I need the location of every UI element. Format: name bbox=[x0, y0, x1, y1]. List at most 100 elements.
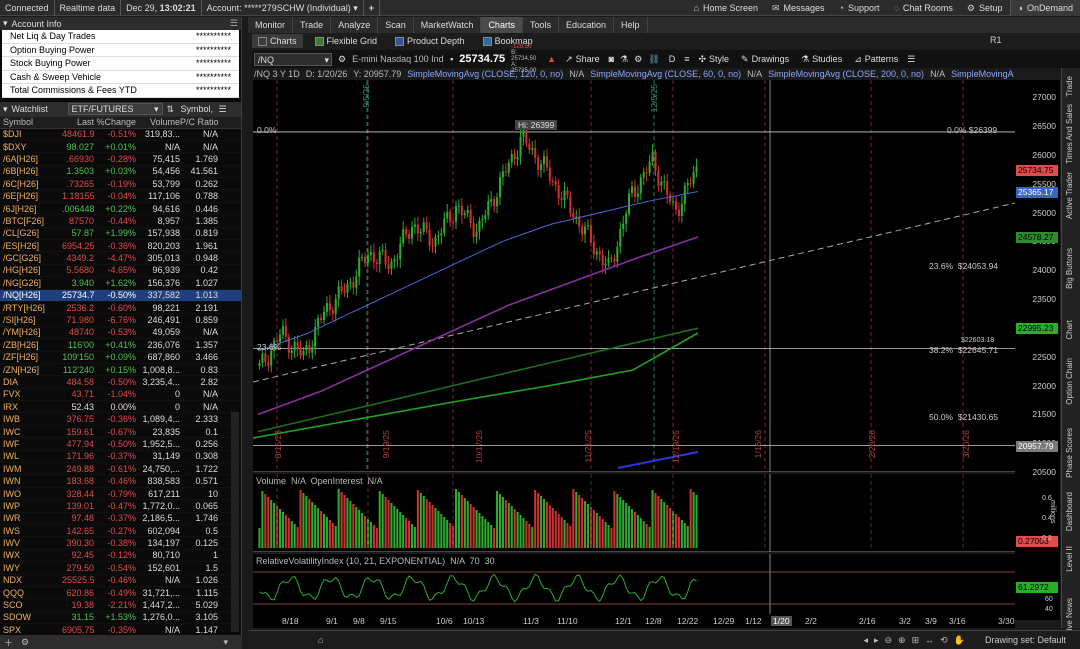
sma-legend[interactable]: SimpleMovingAvg bbox=[951, 69, 1014, 79]
watchlist-row[interactable]: IWX 92.45 -0.12% 80,710 1 bbox=[0, 550, 241, 563]
watchlist-symbol[interactable]: /ZB[H26] bbox=[0, 340, 62, 350]
period-button[interactable]: D bbox=[666, 54, 679, 64]
gear-icon[interactable]: ⚙ bbox=[634, 54, 642, 65]
scrollbar[interactable] bbox=[231, 412, 239, 632]
watchlist-symbol[interactable]: /HG[H26] bbox=[0, 265, 62, 275]
layout-label[interactable]: R1 bbox=[990, 35, 1002, 45]
watchlist-symbol[interactable]: NDX bbox=[0, 575, 62, 585]
gadget-option-chain[interactable]: Option Chain bbox=[1065, 358, 1074, 405]
watchlist-row[interactable]: $DXY 98.027 +0.01% N/A N/A bbox=[0, 141, 241, 154]
watchlist-symbol[interactable]: SDOW bbox=[0, 612, 62, 622]
watchlist-symbol[interactable]: IWF bbox=[0, 439, 62, 449]
watchlist-row[interactable]: IWN 183.68 -0.46% 838,583 0.571 bbox=[0, 475, 241, 488]
subtab-product-depth[interactable]: Product Depth bbox=[389, 34, 471, 48]
tab-trade[interactable]: Trade bbox=[293, 17, 332, 33]
watchlist-symbol[interactable]: IWV bbox=[0, 538, 62, 548]
watchlist-symbol[interactable]: /SI[H26] bbox=[0, 315, 62, 325]
watchlist-row[interactable]: IWC 159.61 -0.67% 23,835 0.1 bbox=[0, 426, 241, 439]
watchlist-row[interactable]: /6A[H26] .66930 -0.28% 75,415 1.769 bbox=[0, 153, 241, 166]
swap-icon[interactable]: ⇅ bbox=[167, 104, 177, 115]
watchlist-row[interactable]: /CL[G26] 57.87 +1.99% 157,938 0.819 bbox=[0, 228, 241, 241]
watchlist-symbol[interactable]: /NG[G26] bbox=[0, 278, 62, 288]
patterns-button[interactable]: ⊿ Patterns bbox=[851, 54, 901, 65]
messages-button[interactable]: ✉ Messages bbox=[765, 0, 832, 16]
sma200-legend[interactable]: SimpleMovingAvg (CLOSE, 200, 0, no) bbox=[768, 69, 924, 79]
ondemand-button[interactable]: ◑ OnDemand bbox=[1009, 0, 1080, 16]
tab-help[interactable]: Help bbox=[614, 17, 648, 33]
watchlist-row[interactable]: /ZB[H26] 116'00 +0.41% 236,076 1.357 bbox=[0, 339, 241, 352]
column-header[interactable]: Last bbox=[62, 117, 94, 127]
watchlist-row[interactable]: /NQ[H26]25734.75 -0.50% 337,582 1.013 bbox=[0, 289, 241, 302]
watchlist-row[interactable]: /ZF[H26] 109'150 +0.09% 687,860 3.466 bbox=[0, 352, 241, 364]
gear-icon[interactable]: ⚙ bbox=[338, 54, 346, 65]
watchlist-row[interactable]: /SI[H26] 71.980 -6.76% 246,491 0.859 bbox=[0, 314, 241, 327]
gadget-times-and-sales[interactable]: Times And Sales bbox=[1065, 104, 1074, 164]
column-header[interactable]: P/C Ratio bbox=[180, 117, 222, 127]
watchlist-symbol[interactable]: IWN bbox=[0, 476, 62, 486]
watchlist-symbol[interactable]: IWB bbox=[0, 414, 62, 424]
gadget-big-buttons[interactable]: Big Buttons bbox=[1065, 248, 1074, 289]
symbol-input[interactable]: /NQ ▾ bbox=[254, 52, 332, 66]
watchlist-symbol[interactable]: $DXY bbox=[0, 142, 62, 152]
account-selector[interactable]: Account: *****279SCHW (Individual) ▾ bbox=[202, 0, 364, 16]
watchlist-symbol[interactable]: /RTY[H26] bbox=[0, 303, 62, 313]
watchlist-symbol[interactable]: SCO bbox=[0, 600, 62, 610]
watchlist-symbol[interactable]: FVX bbox=[0, 389, 62, 399]
gadget-level-ii[interactable]: Level II bbox=[1065, 546, 1074, 572]
watchlist-symbol[interactable]: QQQ bbox=[0, 588, 62, 598]
watchlist-symbol[interactable]: /NQ[H26] bbox=[0, 290, 62, 300]
gadget-chart[interactable]: Chart bbox=[1065, 320, 1074, 340]
tab-scan[interactable]: Scan bbox=[378, 17, 414, 33]
watchlist-row[interactable]: IWP 139.01 -0.47% 1,772,0... 0.065 bbox=[0, 500, 241, 513]
watchlist-symbol[interactable]: IWR bbox=[0, 513, 62, 523]
camera-icon[interactable]: ◙ bbox=[609, 54, 614, 64]
watchlist-symbol[interactable]: /ZN[H26] bbox=[0, 365, 62, 375]
symbol-sort-label[interactable]: Symbol, bbox=[181, 104, 215, 114]
watchlist-row[interactable]: /BTC[F26] 87570 -0.44% 8,957 1.385 bbox=[0, 215, 241, 228]
watchlist-row[interactable]: IWY 279.50 -0.54% 152,601 1.5 bbox=[0, 562, 241, 575]
watchlist-symbol[interactable]: SPX bbox=[0, 625, 62, 635]
watchlist-symbol[interactable]: DIA bbox=[0, 377, 62, 387]
watchlist-symbol[interactable]: IWX bbox=[0, 550, 62, 560]
watchlist-row[interactable]: /YM[H26] 48740 -0.53% 49,059 N/A bbox=[0, 327, 241, 340]
home-screen-button[interactable]: ⌂ Home Screen bbox=[687, 0, 765, 16]
watchlist-symbol[interactable]: IRX bbox=[0, 402, 62, 412]
watchlist-symbol[interactable]: /6J[H26] bbox=[0, 204, 62, 214]
gadget-phase-scores[interactable]: Phase Scores bbox=[1065, 428, 1074, 478]
tab-tools[interactable]: Tools bbox=[523, 17, 559, 33]
watchlist-row[interactable]: IWO 328.44 -0.79% 617,211 10 bbox=[0, 488, 241, 501]
zoom-out-icon[interactable]: ⊖ bbox=[885, 635, 893, 646]
watchlist-row[interactable]: IWB 376.75 -0.36% 1,089,4... 2.333 bbox=[0, 413, 241, 426]
alert-icon[interactable]: ▲ bbox=[547, 54, 556, 64]
watchlist-row[interactable]: /6B[H26] 1.3503 +0.03% 54,456 41.561 bbox=[0, 166, 241, 179]
watchlist-row[interactable]: /6E[H26] 1.18155 -0.04% 117,106 0.788 bbox=[0, 190, 241, 203]
watchlist-row[interactable]: $DJI48461.93 -0.51% 319,83... N/A bbox=[0, 129, 241, 141]
subtab-charts[interactable]: Charts bbox=[252, 34, 303, 48]
watchlist-symbol[interactable]: /6E[H26] bbox=[0, 191, 62, 201]
watchlist-symbol[interactable]: IWY bbox=[0, 563, 62, 573]
watchlist-symbol[interactable]: IWS bbox=[0, 526, 62, 536]
reset-icon[interactable]: ⟲ bbox=[940, 635, 948, 646]
watchlist-row[interactable]: IWM 249.88 -0.61% 24,750,... 1.722 bbox=[0, 463, 241, 476]
support-button[interactable]: ◔ Support bbox=[832, 0, 887, 16]
watchlist-symbol[interactable]: IWL bbox=[0, 451, 62, 461]
watchlist-row[interactable]: DIA 484.58 -0.50% 3,235,4... 2.82 bbox=[0, 376, 241, 389]
collapse-icon[interactable]: ▾ bbox=[3, 104, 8, 115]
subtab-flexible-grid[interactable]: Flexible Grid bbox=[309, 34, 384, 48]
drawings-button[interactable]: ✎ Drawings bbox=[738, 54, 792, 65]
add-tab-button[interactable]: + bbox=[364, 0, 381, 16]
tab-analyze[interactable]: Analyze bbox=[331, 17, 379, 33]
watchlist-row[interactable]: IWV 390.30 -0.38% 134,197 0.125 bbox=[0, 537, 241, 550]
studies-button[interactable]: ⚗ Studies bbox=[798, 54, 845, 65]
watchlist-row[interactable]: /RTY[H26] 2536.2 -0.60% 98,221 2.191 bbox=[0, 302, 241, 315]
pan-icon[interactable]: ✋ bbox=[954, 635, 965, 646]
gadget-trade[interactable]: Trade bbox=[1065, 76, 1074, 97]
watchlist-row[interactable]: IWS 142.65 -0.27% 602,094 0.5 bbox=[0, 525, 241, 538]
chat-rooms-button[interactable]: ◌ Chat Rooms bbox=[887, 0, 960, 16]
watchlist-symbol[interactable]: IWO bbox=[0, 489, 62, 499]
setup-button[interactable]: ⚙ Setup bbox=[960, 0, 1010, 16]
rvi-panel[interactable]: RelativeVolatilityIndex (10, 21, EXPONEN… bbox=[253, 554, 1015, 614]
scroll-left-icon[interactable]: ◂ bbox=[863, 635, 868, 646]
watchlist-row[interactable]: /GC[G26] 4349.2 -4.47% 305,013 0.948 bbox=[0, 252, 241, 265]
watchlist-symbol[interactable]: /YM[H26] bbox=[0, 327, 62, 337]
